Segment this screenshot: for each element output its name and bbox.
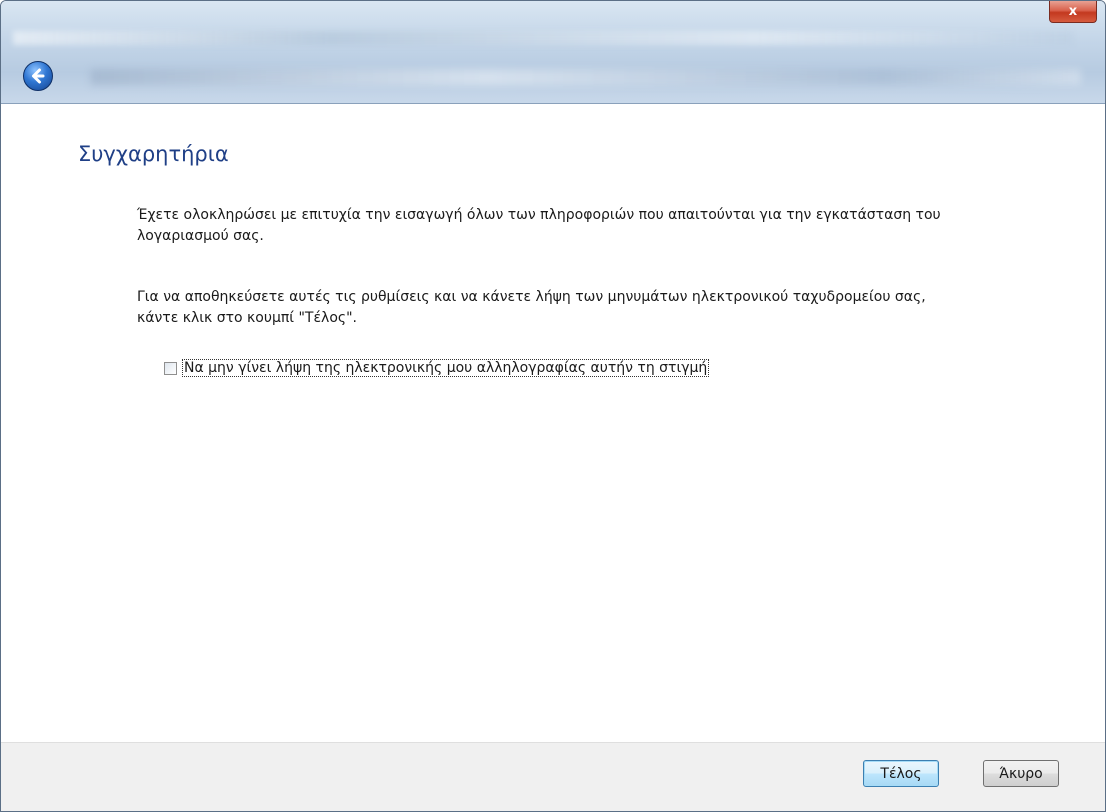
back-button[interactable] [23,61,53,91]
finish-button[interactable]: Τέλος [863,760,939,787]
titlebar-glass-band [91,69,1081,85]
no-download-checkbox[interactable] [164,361,177,375]
title-bar: x [1,1,1105,104]
page-title: Συγχαρητήρια [78,142,229,166]
no-download-checkbox-label[interactable]: Να μην γίνει λήψη της ηλεκτρονικής μου α… [181,359,710,377]
wizard-content: Συγχαρητήρια Έχετε ολοκληρώσει με επιτυχ… [1,104,1105,742]
back-arrow-icon [32,68,45,84]
titlebar-glass-highlight [13,31,1073,45]
close-button[interactable]: x [1049,1,1097,23]
setup-wizard-window: x Συγχαρητήρια Έχετε ολοκληρώσει με επιτ… [0,0,1106,812]
no-download-option[interactable]: Να μην γίνει λήψη της ηλεκτρονικής μου α… [164,359,710,377]
instructions-message: Για να αποθηκεύσετε αυτές τις ρυθμίσεις … [137,289,926,326]
close-icon: x [1068,4,1078,19]
success-message: Έχετε ολοκληρώσει με επιτυχία την εισαγω… [137,207,941,244]
cancel-button[interactable]: Άκυρο [983,760,1059,787]
button-bar: Τέλος Άκυρο [1,742,1105,811]
